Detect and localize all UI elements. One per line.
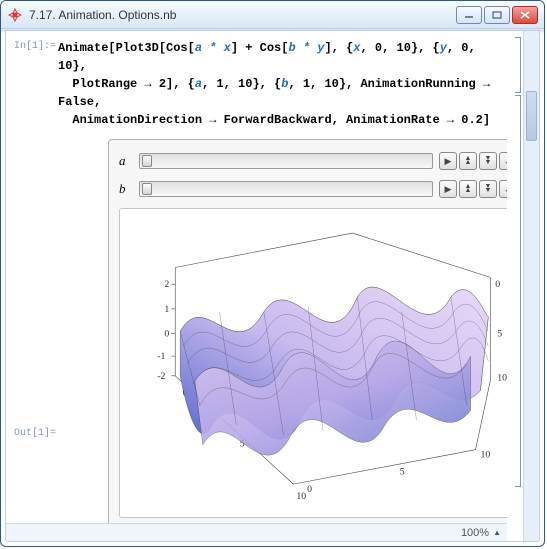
input-cell[interactable]: In[1]:= Animate[Plot3D[Cos[a * x] + Cos[… xyxy=(14,39,503,129)
svg-text:5: 5 xyxy=(497,328,502,339)
scrollbar-thumb[interactable] xyxy=(526,91,537,141)
faster-button-b[interactable]: ▲▲ xyxy=(459,180,477,198)
slower-button-a[interactable]: ▼▼ xyxy=(479,152,497,170)
svg-text:-1: -1 xyxy=(157,351,165,362)
maximize-button[interactable] xyxy=(484,6,510,24)
svg-text:1: 1 xyxy=(164,303,169,314)
notebook[interactable]: In[1]:= Animate[Plot3D[Cos[a * x] + Cos[… xyxy=(6,31,507,541)
param-b-label: b xyxy=(119,181,133,197)
control-row-a: a ▶ ▲▲ ▼▼ ↔ xyxy=(119,150,507,172)
direction-button-a[interactable]: ↔ xyxy=(499,152,507,170)
input-label: In[1]:= xyxy=(14,39,58,52)
animate-panel: a ▶ ▲▲ ▼▼ ↔ b xyxy=(108,139,507,529)
app-icon xyxy=(7,7,23,23)
slider-b[interactable] xyxy=(139,181,433,197)
svg-text:5: 5 xyxy=(400,466,405,477)
bracket-output[interactable] xyxy=(515,95,521,487)
svg-text:2: 2 xyxy=(164,279,169,290)
plot3d-pane[interactable]: 2 1 0 -1 -2 0 5 10 0 5 10 0 5 10 xyxy=(119,208,507,518)
output-label: Out[1]= xyxy=(14,426,58,439)
svg-text:0: 0 xyxy=(495,279,500,290)
minimize-button[interactable] xyxy=(456,6,482,24)
play-button-b[interactable]: ▶ xyxy=(439,180,457,198)
zoom-level[interactable]: 100% xyxy=(461,527,489,539)
svg-text:10: 10 xyxy=(497,372,507,383)
svg-text:-2: -2 xyxy=(157,370,165,381)
input-code[interactable]: Animate[Plot3D[Cos[a * x] + Cos[b * y], … xyxy=(58,39,503,129)
close-button[interactable] xyxy=(512,6,538,24)
svg-text:0: 0 xyxy=(307,483,312,494)
output-cell: Out[1]= a ▶ ▲▲ ▼▼ ↔ xyxy=(14,129,503,535)
direction-button-b[interactable]: ↔ xyxy=(499,180,507,198)
svg-text:0: 0 xyxy=(164,328,169,339)
plot3d-surface: 2 1 0 -1 -2 0 5 10 0 5 10 0 5 10 xyxy=(126,216,507,511)
window-title: 7.17. Animation. Options.nb xyxy=(29,8,456,22)
faster-button-a[interactable]: ▲▲ xyxy=(459,152,477,170)
svg-text:10: 10 xyxy=(296,490,306,501)
svg-text:10: 10 xyxy=(480,449,490,460)
app-window: 7.17. Animation. Options.nb In[1]:= Anim… xyxy=(0,0,545,547)
param-a-label: a xyxy=(119,153,133,169)
statusbar: 100% ▲ xyxy=(6,523,507,541)
vertical-scrollbar[interactable] xyxy=(523,31,539,541)
titlebar[interactable]: 7.17. Animation. Options.nb xyxy=(1,1,544,29)
control-row-b: b ▶ ▲▲ ▼▼ ↔ xyxy=(119,178,507,200)
bracket-input[interactable] xyxy=(515,37,521,93)
zoom-dropdown-icon[interactable]: ▲ xyxy=(493,528,501,537)
client-area: In[1]:= Animate[Plot3D[Cos[a * x] + Cos[… xyxy=(5,30,540,542)
slower-button-b[interactable]: ▼▼ xyxy=(479,180,497,198)
play-button-a[interactable]: ▶ xyxy=(439,152,457,170)
window-buttons xyxy=(456,6,538,24)
slider-a[interactable] xyxy=(139,153,433,169)
slider-b-thumb[interactable] xyxy=(142,183,152,195)
slider-a-thumb[interactable] xyxy=(142,155,152,167)
cell-brackets[interactable] xyxy=(507,31,523,541)
